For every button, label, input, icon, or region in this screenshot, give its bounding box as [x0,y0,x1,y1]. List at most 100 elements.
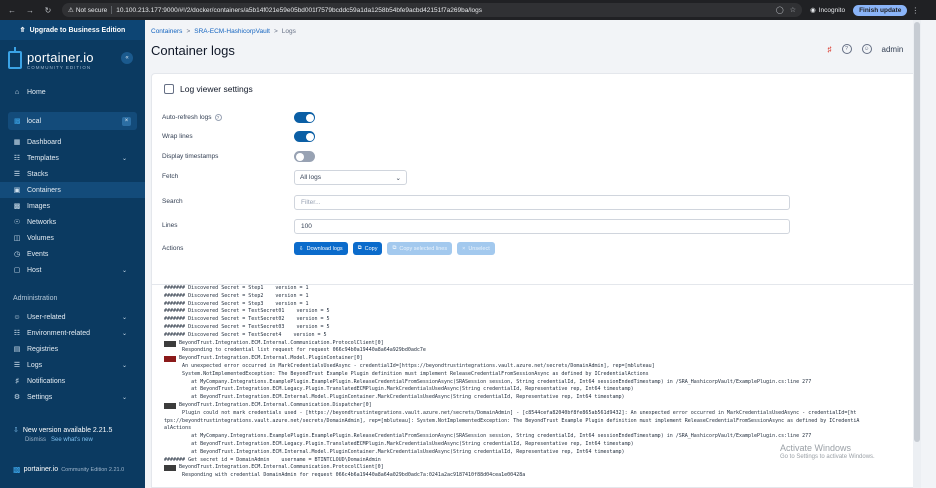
log-line[interactable]: tps://beyondtrustintegrations.vault.azur… [164,418,914,426]
log-line[interactable]: ####### Discovered Secret = TestSecret4 … [164,332,914,340]
browser-menu-icon[interactable]: ⋮ [911,6,919,15]
wrap-lines-label: Wrap lines [162,133,193,140]
copy-icon: ⧉ [357,245,362,251]
sidebar-item-containers[interactable]: ▣ Containers [0,182,145,198]
log-line[interactable]: BeyondTrust.Integration.ECM.Internal.Com… [164,464,914,472]
log-line[interactable]: ####### Discovered Secret = Step3 versio… [164,301,914,309]
log-line[interactable]: BeyondTrust.Integration.ECM.Internal.Mod… [164,355,914,363]
close-environment-icon[interactable]: × [122,116,131,126]
log-line[interactable]: ####### Discovered Secret = TestSecret03… [164,324,914,332]
chevron-down-icon[interactable]: ⌄ [122,155,127,162]
log-line[interactable]: Plugin could not mark credentials used -… [164,410,914,418]
host-icon: ▢ [13,267,21,274]
sidebar-item-host[interactable]: ▢ Host ⌄ [0,262,145,278]
wrap-lines-toggle[interactable] [294,131,315,142]
sidebar-item-logs[interactable]: ☰ Logs ⌄ [0,357,145,373]
download-logs-button[interactable]: ⇩ Download logs [294,242,348,255]
log-line[interactable]: alActions [164,425,914,433]
log-line[interactable]: BeyondTrust.Integration.ECM.Internal.Com… [164,402,914,410]
display-timestamps-toggle[interactable] [294,151,315,162]
environment-selector[interactable]: ▩ local × [8,112,137,130]
sidebar-item-events[interactable]: ◷ Events [0,246,145,262]
whats-new-link[interactable]: See what's new [51,437,93,443]
collapse-sidebar-icon[interactable]: « [121,52,133,64]
log-line[interactable]: ####### Discovered Secret = TestSecret02… [164,316,914,324]
eye-off-icon[interactable]: ◯ [776,6,784,14]
log-line-text: at MyCompany.Integrations.ExamplePlugin.… [164,433,812,440]
incognito-indicator[interactable]: ◉ Incognito [810,6,845,15]
log-line[interactable]: ####### Discovered Secret = Step1 versio… [164,285,914,293]
sidebar-item-networks[interactable]: ☉ Networks [0,214,145,230]
lines-input[interactable]: 100 [294,219,790,234]
url-text[interactable]: 10.100.213.177:9000/#!/2/docker/containe… [116,7,772,14]
log-line[interactable]: at MyCompany.Integrations.ExamplePlugin.… [164,433,914,441]
reload-icon[interactable]: ↻ [42,4,54,16]
upgrade-icon: ⤊ [19,27,26,34]
page-scrollbar-thumb[interactable] [914,22,920,442]
copy-button[interactable]: ⧉ Copy [352,242,383,255]
logo[interactable]: portainer.io COMMUNITY EDITION « [0,40,145,80]
notification-bell-icon[interactable]: ♯ [828,45,832,54]
fetch-select[interactable]: All logs ⌄ [294,170,407,185]
chevron-down-icon[interactable]: ⌄ [122,394,127,401]
sidebar-item-dashboard[interactable]: ▦ Dashboard [0,134,145,150]
log-line[interactable]: System.NotImplementedException: The Beyo… [164,371,914,379]
download-icon: ⇩ [299,245,304,252]
help-icon[interactable]: ? [841,44,852,54]
docker-icon: ▩ [14,118,21,125]
log-line-text: ####### Discovered Secret = TestSecret4 … [164,331,327,338]
log-line[interactable]: An unexpected error occurred in MarkCred… [164,363,914,371]
log-line-text: ####### Discovered Secret = Step3 versio… [164,300,309,307]
chevron-down-icon[interactable]: ⌄ [122,314,127,321]
containers-icon: ▣ [13,187,21,194]
sidebar-item-notifications[interactable]: ♯ Notifications [0,373,145,389]
page-scrollbar[interactable] [913,20,921,488]
bookmark-star-icon[interactable]: ☆ [790,6,796,14]
log-line[interactable]: at BeyondTrust.Integration.ECM.Internal.… [164,394,914,402]
log-line[interactable]: Responding with credential DomainAdmin f… [164,472,914,480]
sidebar-item-stacks[interactable]: ☰ Stacks [0,166,145,182]
log-line[interactable]: BeyondTrust.Integration.ECM.Internal.Com… [164,340,914,348]
breadcrumb: Containers > SRA-ECM-HashicorpVault > Lo… [151,28,296,35]
sidebar-item-volumes[interactable]: ◫ Volumes [0,230,145,246]
sidebar-item-environment-related[interactable]: ☷ Environment-related ⌄ [0,325,145,341]
log-line[interactable]: at BeyondTrust.Integration.ECM.Legacy.Pl… [164,386,914,394]
dismiss-link[interactable]: Dismiss [25,437,46,443]
back-icon[interactable]: ← [6,4,18,16]
sidebar-item-images[interactable]: ▩ Images [0,198,145,214]
chevron-down-icon[interactable]: ⌄ [122,362,127,369]
finish-update-button[interactable]: Finish update [853,4,908,16]
sidebar: ⤊ Upgrade to Business Edition portainer.… [0,20,145,488]
sidebar-item-user-related[interactable]: ☺ User-related ⌄ [0,309,145,325]
log-line-text: ####### Discovered Secret = TestSecret03… [164,323,330,330]
log-line[interactable]: Responding to credential list request fo… [164,347,914,355]
copy-selected-lines-button[interactable]: ⧉ Copy selected lines [387,242,453,255]
user-avatar-icon[interactable]: ☺ [861,44,872,54]
chevron-down-icon: ⌄ [395,174,401,182]
log-line-text: System.NotImplementedException: The Beyo… [164,370,649,377]
address-bar[interactable]: ⚠ Not secure 10.100.213.177:9000/#!/2/do… [62,3,802,17]
breadcrumb-containers[interactable]: Containers [151,28,182,35]
security-indicator[interactable]: ⚠ Not secure [68,6,113,14]
sidebar-item-registries[interactable]: ▤ Registries [0,341,145,357]
user-name[interactable]: admin [882,45,904,54]
sidebar-item-templates[interactable]: ☷ Templates ⌄ [0,150,145,166]
log-line[interactable]: at MyCompany.Integrations.ExamplePlugin.… [164,379,914,387]
auto-refresh-toggle[interactable] [294,112,315,123]
help-icon[interactable]: ? [214,114,222,121]
portainer-logo-icon [8,47,22,69]
upgrade-banner[interactable]: ⤊ Upgrade to Business Edition [0,20,145,40]
chevron-down-icon[interactable]: ⌄ [122,330,127,337]
search-input[interactable]: Filter... [294,195,790,210]
forward-icon[interactable]: → [24,4,36,16]
sidebar-footer: ▩ portainer.io Community Edition 2.21.0 [13,465,125,474]
unselect-button[interactable]: × Unselect [457,242,495,255]
sidebar-item-settings[interactable]: ⚙ Settings ⌄ [0,389,145,405]
log-line-text: Responding with credential DomainAdmin f… [164,472,526,479]
chevron-down-icon[interactable]: ⌄ [122,267,127,274]
sidebar-item-home[interactable]: ⌂ Home [0,84,145,100]
log-line[interactable]: ####### Discovered Secret = Step2 versio… [164,293,914,301]
breadcrumb-container-name[interactable]: SRA-ECM-HashicorpVault [194,28,270,35]
watermark-subtitle: Go to Settings to activate Windows. [780,454,875,460]
log-line[interactable]: ####### Discovered Secret = TestSecret01… [164,308,914,316]
